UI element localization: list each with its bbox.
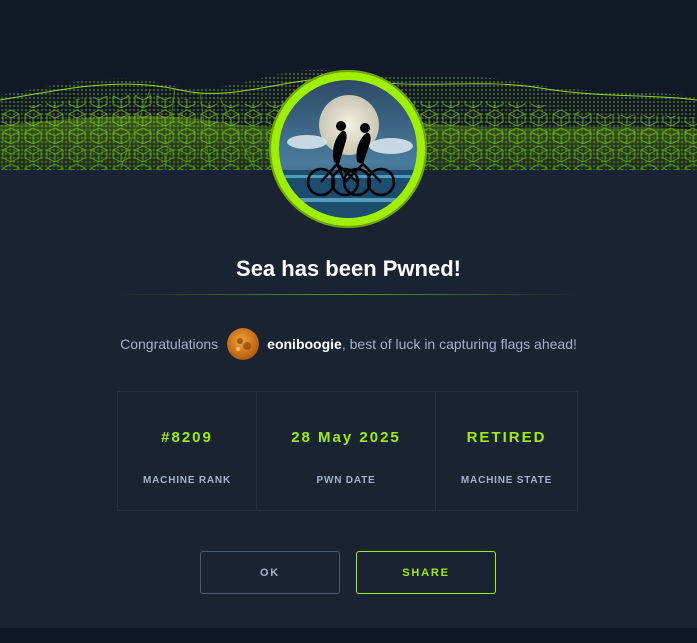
ok-button[interactable]: OK bbox=[200, 551, 340, 594]
page-title: Sea has been Pwned! bbox=[236, 256, 461, 281]
stats-panel: #8209 MACHINE RANK 28 May 2025 PWN DATE … bbox=[117, 391, 578, 511]
stat-label: PWN DATE bbox=[316, 475, 376, 486]
pwned-modal: Sea has been Pwned! Congratulations eoni… bbox=[0, 0, 697, 628]
user-avatar-icon[interactable] bbox=[227, 328, 260, 360]
stat-machine-state: RETIRED MACHINE STATE bbox=[436, 392, 577, 510]
stat-value: RETIRED bbox=[466, 429, 547, 446]
stat-value: #8209 bbox=[161, 429, 213, 446]
congrats-prefix: Congratulations bbox=[120, 336, 219, 352]
stat-pwn-date: 28 May 2025 PWN DATE bbox=[257, 392, 436, 510]
congrats-message: Congratulations eoniboogie , best of luc… bbox=[0, 328, 697, 360]
machine-avatar bbox=[269, 70, 427, 228]
stat-label: MACHINE STATE bbox=[460, 475, 553, 486]
stat-label: MACHINE RANK bbox=[143, 475, 231, 486]
machine-avatar-icon bbox=[279, 80, 417, 218]
page-backdrop-strip bbox=[0, 628, 697, 643]
username-link[interactable]: eoniboogie bbox=[267, 336, 342, 352]
stat-machine-rank: #8209 MACHINE RANK bbox=[118, 392, 257, 510]
stat-value: 28 May 2025 bbox=[291, 429, 401, 446]
title-divider bbox=[118, 294, 578, 295]
congrats-suffix: , best of luck in capturing flags ahead! bbox=[341, 336, 577, 352]
share-button[interactable]: SHARE bbox=[356, 551, 496, 594]
